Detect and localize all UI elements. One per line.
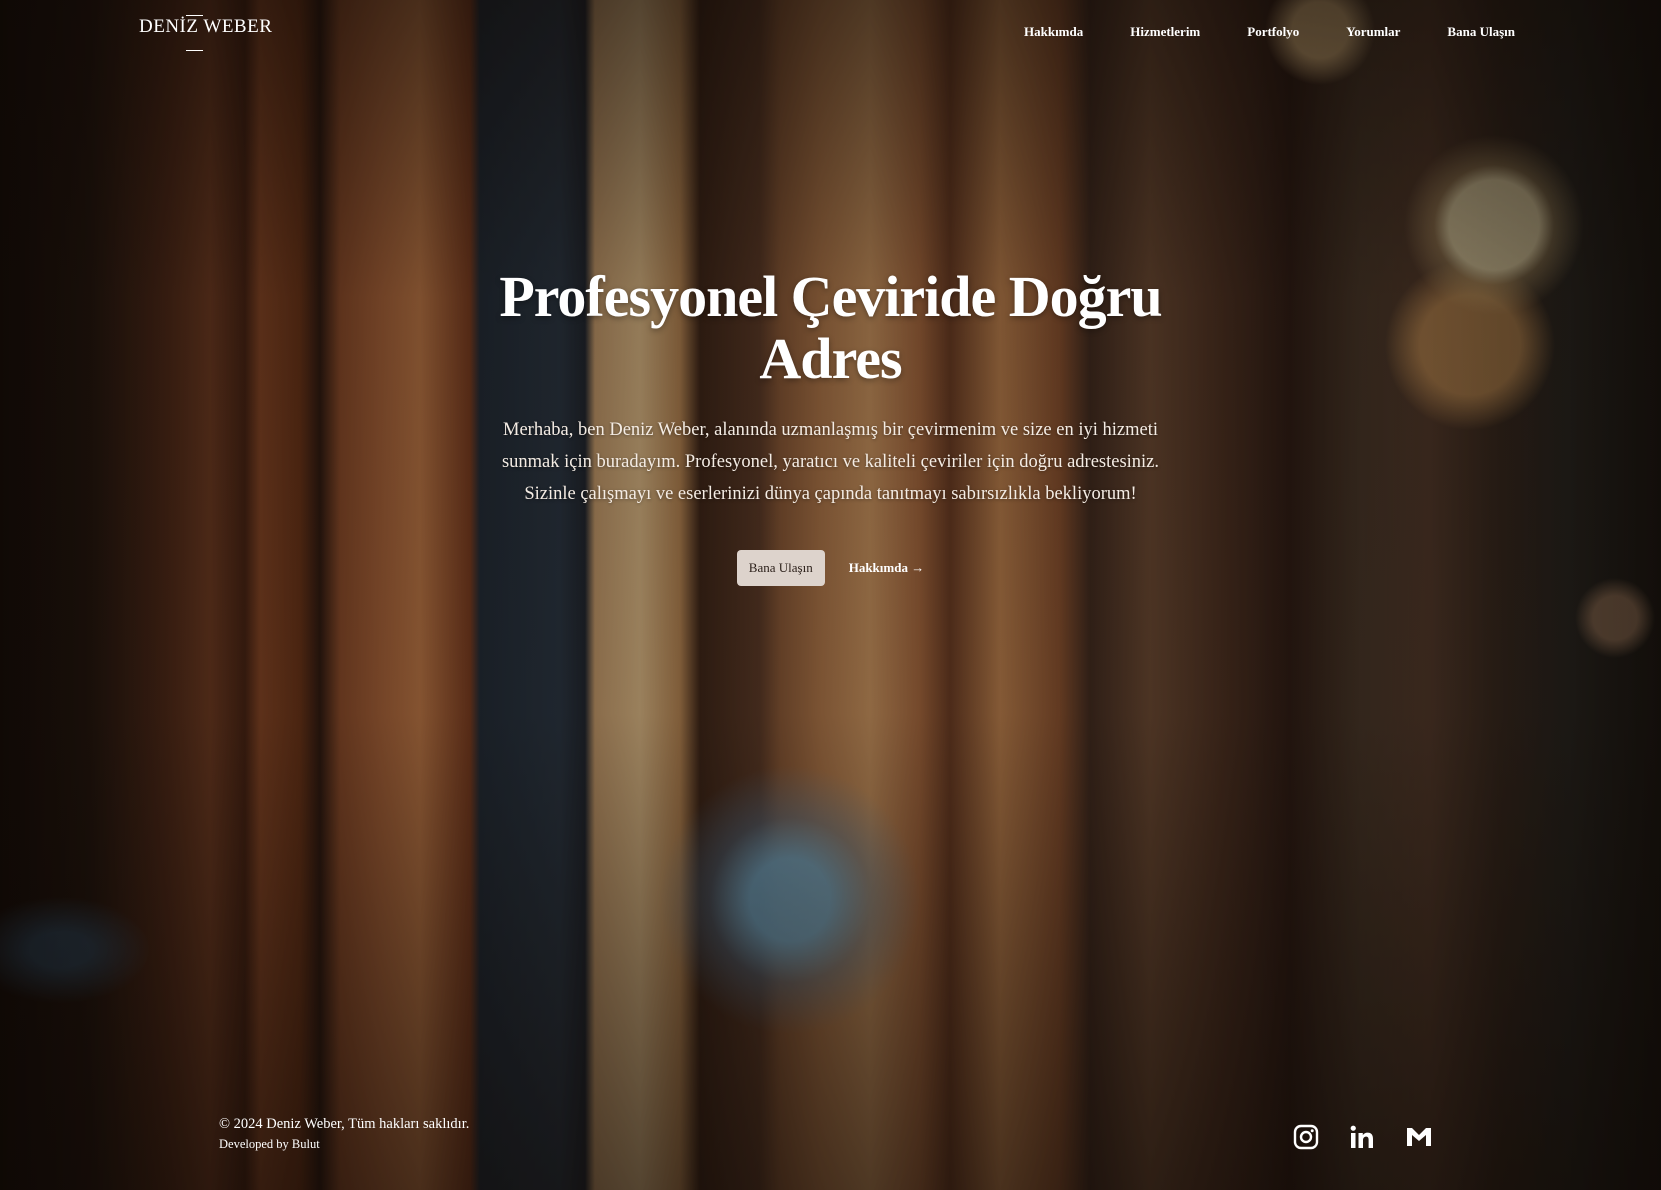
site-logo[interactable]: DENİZ WEBER bbox=[139, 15, 272, 51]
hero-section: Profesyonel Çeviride Doğru Adres Merhaba… bbox=[0, 266, 1661, 586]
hero-actions: Bana Ulaşın Hakkımda → bbox=[0, 550, 1661, 586]
footer-credits: © 2024 Deniz Weber, Tüm hakları saklıdır… bbox=[219, 1116, 469, 1152]
hero-description: Merhaba, ben Deniz Weber, alanında uzman… bbox=[501, 420, 1160, 504]
contact-button[interactable]: Bana Ulaşın bbox=[736, 550, 825, 586]
site-header: DENİZ WEBER Hakkımda Hizmetlerim Portfol… bbox=[0, 0, 1661, 70]
hero-title: Profesyonel Çeviride Doğru Adres bbox=[499, 264, 1162, 391]
nav-item-contact[interactable]: Bana Ulaşın bbox=[1447, 24, 1515, 40]
linkedin-icon[interactable] bbox=[1349, 1124, 1375, 1150]
instagram-icon[interactable] bbox=[1293, 1124, 1319, 1150]
developer-credit: Developed by Bulut bbox=[219, 1137, 320, 1151]
nav-item-services[interactable]: Hizmetlerim bbox=[1130, 24, 1200, 40]
site-footer: © 2024 Deniz Weber, Tüm hakları saklıdır… bbox=[0, 1110, 1661, 1190]
social-links bbox=[1293, 1124, 1431, 1150]
background-overlay bbox=[0, 0, 1661, 1190]
nav-item-portfolio[interactable]: Portfolyo bbox=[1247, 24, 1299, 40]
main-nav: Hakkımda Hizmetlerim Portfolyo Yorumlar … bbox=[1024, 24, 1515, 40]
nav-item-reviews[interactable]: Yorumlar bbox=[1346, 24, 1400, 40]
gmail-icon[interactable] bbox=[1405, 1124, 1431, 1150]
nav-item-about[interactable]: Hakkımda bbox=[1024, 24, 1083, 40]
about-link[interactable]: Hakkımda → bbox=[849, 560, 925, 576]
copyright-text: © 2024 Deniz Weber, Tüm hakları saklıdır… bbox=[219, 1116, 470, 1132]
